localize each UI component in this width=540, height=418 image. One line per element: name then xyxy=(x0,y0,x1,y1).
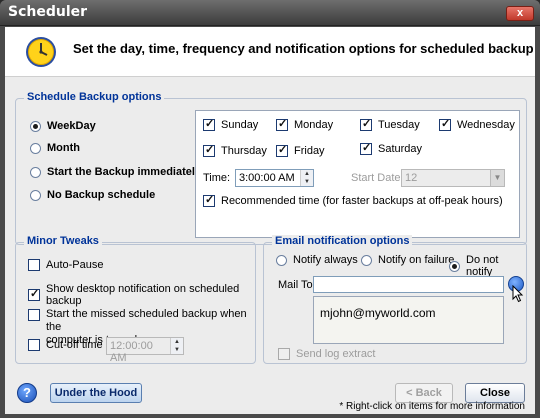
schedule-options-legend: Schedule Backup options xyxy=(24,91,165,103)
checkbox-box[interactable] xyxy=(276,117,288,131)
show-notification-label: Show desktop notification on scheduled b… xyxy=(46,283,240,307)
day-wednesday-checkbox[interactable]: Wednesday xyxy=(439,117,515,131)
clock-icon xyxy=(26,37,56,67)
minor-tweaks-legend: Minor Tweaks xyxy=(24,235,102,247)
radio-indicator[interactable] xyxy=(449,260,460,272)
radio-indicator[interactable] xyxy=(361,254,372,266)
radio-indicator[interactable] xyxy=(30,120,41,132)
mail-to-input[interactable] xyxy=(313,276,504,293)
start-date-label: Start Date: xyxy=(351,172,404,184)
mode-month-radio[interactable]: Month xyxy=(30,142,80,154)
day-saturday-label: Saturday xyxy=(378,143,423,155)
start-missed-line1: Start the missed scheduled backup when t… xyxy=(46,308,247,333)
checkbox-box[interactable] xyxy=(439,117,451,131)
radio-indicator[interactable] xyxy=(30,142,41,154)
minor-tweaks-group: Minor Tweaks Auto-Pause Show desktop not… xyxy=(15,235,256,364)
spinner-arrows[interactable]: ▲ ▼ xyxy=(300,170,313,186)
title-bar: Scheduler x xyxy=(0,0,540,26)
spinner-arrows: ▲ ▼ xyxy=(170,338,183,354)
mouse-cursor-icon xyxy=(512,285,524,303)
mode-immediate-label: Start the Backup immediately xyxy=(47,166,202,178)
checkbox-box[interactable] xyxy=(276,143,288,157)
cutoff-time-checkbox[interactable]: Cut-off time xyxy=(28,339,103,351)
time-label: Time: xyxy=(203,172,231,184)
checkbox-box[interactable] xyxy=(360,117,372,131)
checkbox-box[interactable] xyxy=(28,287,40,301)
recommended-time-label: Recommended time (for faster backups at … xyxy=(221,195,503,207)
checkbox-box[interactable] xyxy=(203,143,215,157)
recommended-time-checkbox[interactable]: Recommended time (for faster backups at … xyxy=(203,193,503,207)
recipient-list[interactable]: mjohn@myworld.com xyxy=(313,296,504,344)
notify-always-radio[interactable]: Notify always xyxy=(276,254,358,266)
radio-indicator[interactable] xyxy=(30,166,41,178)
time-value[interactable]: 3:00:00 AM xyxy=(236,170,300,186)
email-options-group: Email notification options Notify always… xyxy=(263,235,527,364)
do-not-notify-radio[interactable]: Do not notify xyxy=(449,254,526,278)
start-date-value: 12 xyxy=(405,172,418,184)
scheduler-window: Scheduler x Set the day, time, frequency… xyxy=(0,0,540,418)
radio-indicator[interactable] xyxy=(276,254,287,266)
start-date-combo: 12 ▼ xyxy=(401,169,505,187)
dialog-heading: Set the day, time, frequency and notific… xyxy=(73,41,534,56)
day-sunday-label: Sunday xyxy=(221,119,259,131)
do-not-notify-label: Do not notify xyxy=(466,254,499,278)
footer-note: * Right-click on items for more informat… xyxy=(339,401,525,412)
cutoff-time-label: Cut-off time xyxy=(46,339,103,351)
time-spinner[interactable]: 3:00:00 AM ▲ ▼ xyxy=(235,169,314,187)
spin-up-icon: ▲ xyxy=(174,339,180,345)
chevron-down-icon: ▼ xyxy=(490,170,504,186)
cutoff-time-value: 12:00:00 AM xyxy=(110,340,153,364)
checkbox-box[interactable] xyxy=(28,259,40,271)
window-close-button[interactable]: x xyxy=(506,6,534,21)
day-monday-checkbox[interactable]: Monday xyxy=(276,117,334,131)
notify-failure-radio[interactable]: Notify on failure xyxy=(361,254,454,266)
checkbox-box[interactable] xyxy=(203,193,215,207)
weekday-panel: Sunday Monday Tuesday Wednesday Thursday xyxy=(195,110,520,238)
mode-weekday-label: WeekDay xyxy=(47,120,96,132)
under-the-hood-button[interactable]: Under the Hood xyxy=(50,383,142,403)
day-thursday-label: Thursday xyxy=(221,145,267,157)
dialog-header: Set the day, time, frequency and notific… xyxy=(5,27,535,77)
dialog-body: Set the day, time, frequency and notific… xyxy=(5,27,535,414)
checkbox-box xyxy=(278,348,290,360)
window-title: Scheduler xyxy=(8,4,88,20)
mode-immediate-radio[interactable]: Start the Backup immediately xyxy=(30,166,201,178)
help-icon[interactable]: ? xyxy=(17,383,37,403)
day-tuesday-checkbox[interactable]: Tuesday xyxy=(360,117,420,131)
mode-none-label: No Backup schedule xyxy=(47,189,156,201)
notify-always-label: Notify always xyxy=(293,254,358,266)
checkbox-box[interactable] xyxy=(203,117,215,131)
email-options-legend: Email notification options xyxy=(272,235,413,247)
day-monday-label: Monday xyxy=(294,119,334,131)
checkbox-box[interactable] xyxy=(360,141,372,155)
schedule-options-group: Schedule Backup options WeekDay Month St… xyxy=(15,91,527,245)
spin-down-icon: ▼ xyxy=(174,347,180,353)
spin-up-icon[interactable]: ▲ xyxy=(301,170,313,178)
show-notification-checkbox[interactable]: Show desktop notification on scheduled b… xyxy=(28,283,255,307)
mode-weekday-radio[interactable]: WeekDay xyxy=(30,120,96,132)
day-sunday-checkbox[interactable]: Sunday xyxy=(203,117,259,131)
day-saturday-checkbox[interactable]: Saturday xyxy=(360,141,423,155)
send-log-checkbox: Send log extract xyxy=(278,348,376,360)
mode-month-label: Month xyxy=(47,142,80,154)
cutoff-time-spinner: 12:00:00 AM ▲ ▼ xyxy=(106,337,184,364)
checkbox-box[interactable] xyxy=(28,339,40,351)
radio-indicator[interactable] xyxy=(30,189,41,201)
back-button: < Back xyxy=(395,383,453,403)
spin-down-icon[interactable]: ▼ xyxy=(301,178,313,186)
mail-to-label: Mail To: xyxy=(278,279,316,291)
send-log-label: Send log extract xyxy=(296,348,376,360)
recipient-item[interactable]: mjohn@myworld.com xyxy=(320,306,436,320)
auto-pause-checkbox[interactable]: Auto-Pause xyxy=(28,259,103,271)
day-wednesday-label: Wednesday xyxy=(457,119,515,131)
day-friday-checkbox[interactable]: Friday xyxy=(276,143,325,157)
close-button[interactable]: Close xyxy=(465,383,525,403)
notify-failure-label: Notify on failure xyxy=(378,254,455,266)
day-tuesday-label: Tuesday xyxy=(378,119,420,131)
mode-none-radio[interactable]: No Backup schedule xyxy=(30,189,155,201)
auto-pause-label: Auto-Pause xyxy=(46,259,104,271)
checkbox-box[interactable] xyxy=(28,309,40,321)
day-thursday-checkbox[interactable]: Thursday xyxy=(203,143,267,157)
day-friday-label: Friday xyxy=(294,145,325,157)
